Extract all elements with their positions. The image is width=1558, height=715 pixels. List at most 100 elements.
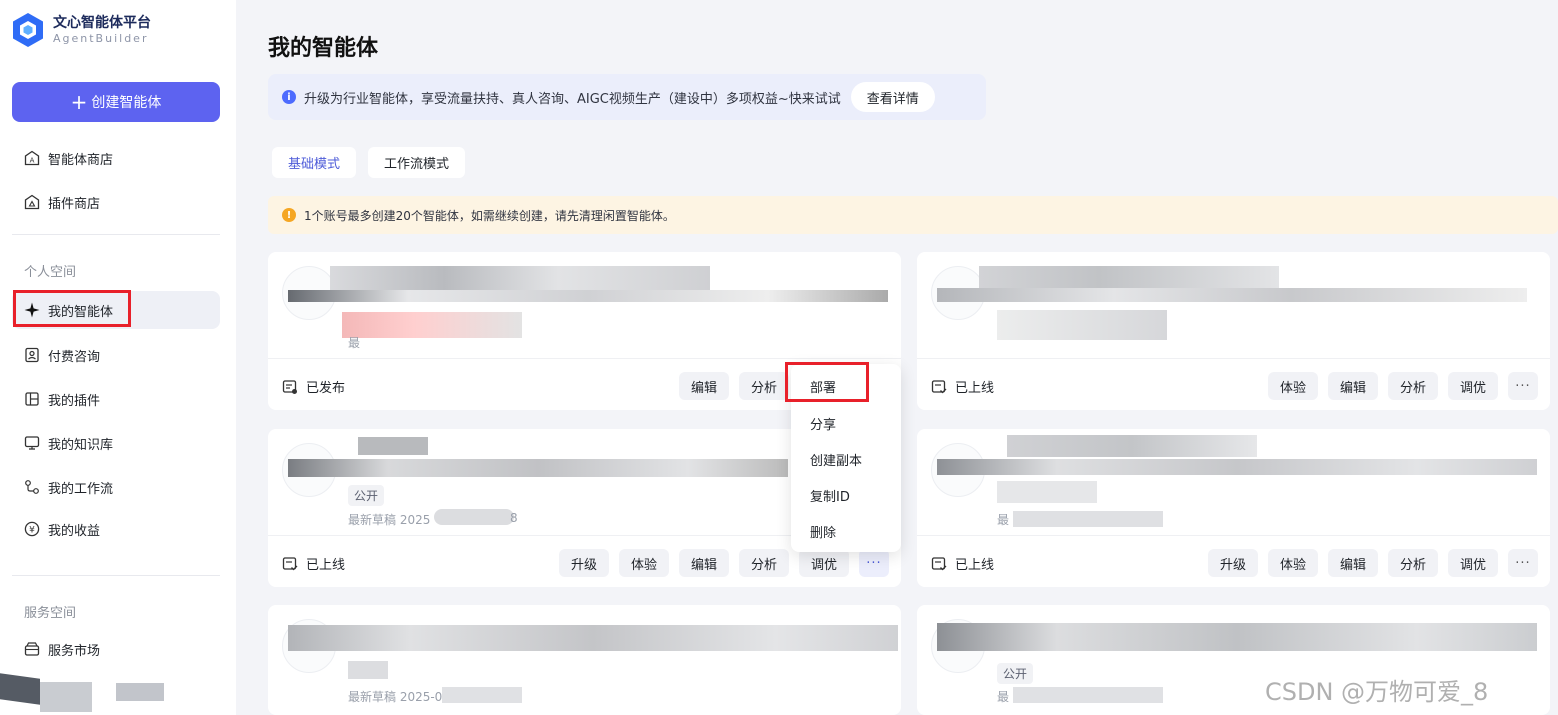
visibility-tag: 公开 <box>348 485 385 506</box>
try-button[interactable]: 体验 <box>1268 549 1319 577</box>
upgrade-button[interactable]: 升级 <box>559 549 610 577</box>
redacted-blur <box>1013 511 1163 527</box>
card-divider <box>917 358 1550 359</box>
yen-icon: ¥ <box>24 521 40 537</box>
redacted-blur <box>442 687 522 703</box>
redacted-blur <box>348 661 388 679</box>
status-icon <box>282 379 298 395</box>
menu-item-share[interactable]: 分享 <box>810 414 836 433</box>
sidebar-item-plugin-store[interactable]: 插件商店 <box>12 183 220 221</box>
market-icon <box>24 641 40 657</box>
sidebar-item-my-workflows[interactable]: 我的工作流 <box>12 468 220 506</box>
plus-icon: + <box>70 90 88 114</box>
redacted-blur <box>937 288 1527 302</box>
menu-item-duplicate[interactable]: 创建副本 <box>810 450 862 469</box>
agent-card[interactable]: 最 已上线 升级 体验 编辑 分析 调优 ··· <box>917 429 1550 587</box>
draft-time-end: 8 <box>510 511 518 525</box>
personal-space-label: 个人空间 <box>24 265 77 280</box>
warning-icon: ! <box>282 208 296 222</box>
agent-card[interactable]: 最新草稿 2025-02 <box>268 605 901 715</box>
try-button[interactable]: 体验 <box>619 549 670 577</box>
sidebar: 文心智能体平台 AgentBuilder + 创建智能体 A 智能体商店 插件商… <box>0 0 236 715</box>
redacted-blur <box>937 623 1537 651</box>
sidebar-item-agent-store[interactable]: A 智能体商店 <box>12 139 220 177</box>
draft-time: 最 <box>997 513 1010 527</box>
analyze-button[interactable]: 分析 <box>1388 372 1439 400</box>
edit-button[interactable]: 编辑 <box>1328 549 1379 577</box>
menu-item-copy-id[interactable]: 复制ID <box>810 486 850 505</box>
draft-time: 最新草稿 2025-02 <box>348 690 450 704</box>
draft-time: 最 <box>348 336 361 350</box>
redacted-blur <box>434 509 514 525</box>
svg-text:¥: ¥ <box>29 525 35 535</box>
status-online: 已上线 <box>282 554 345 573</box>
promo-banner: i 升级为行业智能体，享受流量扶持、真人咨询、AIGC视频生产（建设中）多项权益… <box>268 74 986 120</box>
edit-button[interactable]: 编辑 <box>679 372 730 400</box>
redacted-blur <box>1013 687 1163 703</box>
watermark: CSDN @万物可爱_8 <box>1265 678 1489 706</box>
menu-item-delete[interactable]: 删除 <box>810 522 836 541</box>
redacted-blur <box>342 312 522 338</box>
sidebar-item-label: 智能体商店 <box>48 152 114 168</box>
tab-basic-mode[interactable]: 基础模式 <box>272 147 357 178</box>
tab-workflow-mode[interactable]: 工作流模式 <box>368 147 466 178</box>
sidebar-item-my-knowledge[interactable]: 我的知识库 <box>12 424 220 462</box>
status-label: 已上线 <box>306 558 346 573</box>
app-subtitle: AgentBuilder <box>53 32 149 45</box>
tune-button[interactable]: 调优 <box>1448 372 1499 400</box>
knowledge-icon <box>24 435 40 451</box>
edit-button[interactable]: 编辑 <box>1328 372 1379 400</box>
page-title: 我的智能体 <box>268 36 379 61</box>
limit-warning: ! 1个账号最多创建20个智能体，如需继续创建，请先清理闲置智能体。 <box>268 196 1558 234</box>
sidebar-divider <box>12 575 220 576</box>
view-details-button[interactable]: 查看详情 <box>850 82 935 112</box>
card-divider <box>917 535 1550 536</box>
edit-button[interactable]: 编辑 <box>679 549 730 577</box>
agent-card[interactable]: 已上线 体验 编辑 分析 调优 ··· <box>917 252 1550 410</box>
sidebar-item-label: 服务市场 <box>48 643 101 659</box>
status-icon <box>931 379 947 395</box>
sidebar-item-label: 我的插件 <box>48 393 101 409</box>
app-logo[interactable]: 文心智能体平台 AgentBuilder <box>12 12 151 48</box>
redacted-blur <box>116 683 164 701</box>
sidebar-item-label: 我的工作流 <box>48 481 114 497</box>
status-published: 已发布 <box>282 377 345 396</box>
tune-button[interactable]: 调优 <box>1448 549 1499 577</box>
highlight-frame <box>13 290 131 327</box>
sidebar-item-service-market[interactable]: 服务市场 <box>12 630 220 668</box>
redacted-blur <box>288 459 788 477</box>
sidebar-item-my-earnings[interactable]: ¥ 我的收益 <box>12 510 220 548</box>
upgrade-button[interactable]: 升级 <box>1208 549 1259 577</box>
try-button[interactable]: 体验 <box>1268 372 1319 400</box>
plugin-store-icon <box>24 194 40 210</box>
analyze-button[interactable]: 分析 <box>739 372 790 400</box>
redacted-blur <box>997 310 1167 340</box>
analyze-button[interactable]: 分析 <box>1388 549 1439 577</box>
status-online: 已上线 <box>931 554 994 573</box>
highlight-frame <box>785 362 869 402</box>
svg-text:A: A <box>30 157 35 165</box>
status-label: 已上线 <box>955 558 995 573</box>
redacted-blur <box>288 625 898 651</box>
draft-time: 最新草稿 2025 <box>348 513 431 527</box>
create-agent-button[interactable]: + 创建智能体 <box>12 82 220 122</box>
sidebar-item-paid-consult[interactable]: 付费咨询 <box>12 336 220 374</box>
redacted-blur <box>997 481 1097 503</box>
status-label: 已上线 <box>955 381 995 396</box>
service-space-label: 服务空间 <box>24 606 77 621</box>
more-button[interactable]: ··· <box>859 549 889 577</box>
workflow-icon <box>24 479 40 495</box>
more-button[interactable]: ··· <box>1508 372 1538 400</box>
tune-button[interactable]: 调优 <box>799 549 850 577</box>
redacted-blur <box>358 437 428 455</box>
app-title: 文心智能体平台 <box>53 15 151 31</box>
sidebar-item-my-plugins[interactable]: 我的插件 <box>12 380 220 418</box>
more-button[interactable]: ··· <box>1508 549 1538 577</box>
analyze-button[interactable]: 分析 <box>739 549 790 577</box>
plugin-icon <box>24 391 40 407</box>
promo-text: 升级为行业智能体，享受流量扶持、真人咨询、AIGC视频生产（建设中）多项权益~快… <box>304 91 841 107</box>
sidebar-item-label: 付费咨询 <box>48 349 101 365</box>
sidebar-item-label: 插件商店 <box>48 196 101 212</box>
status-icon <box>282 556 298 572</box>
sidebar-item-label: 我的知识库 <box>48 437 114 453</box>
